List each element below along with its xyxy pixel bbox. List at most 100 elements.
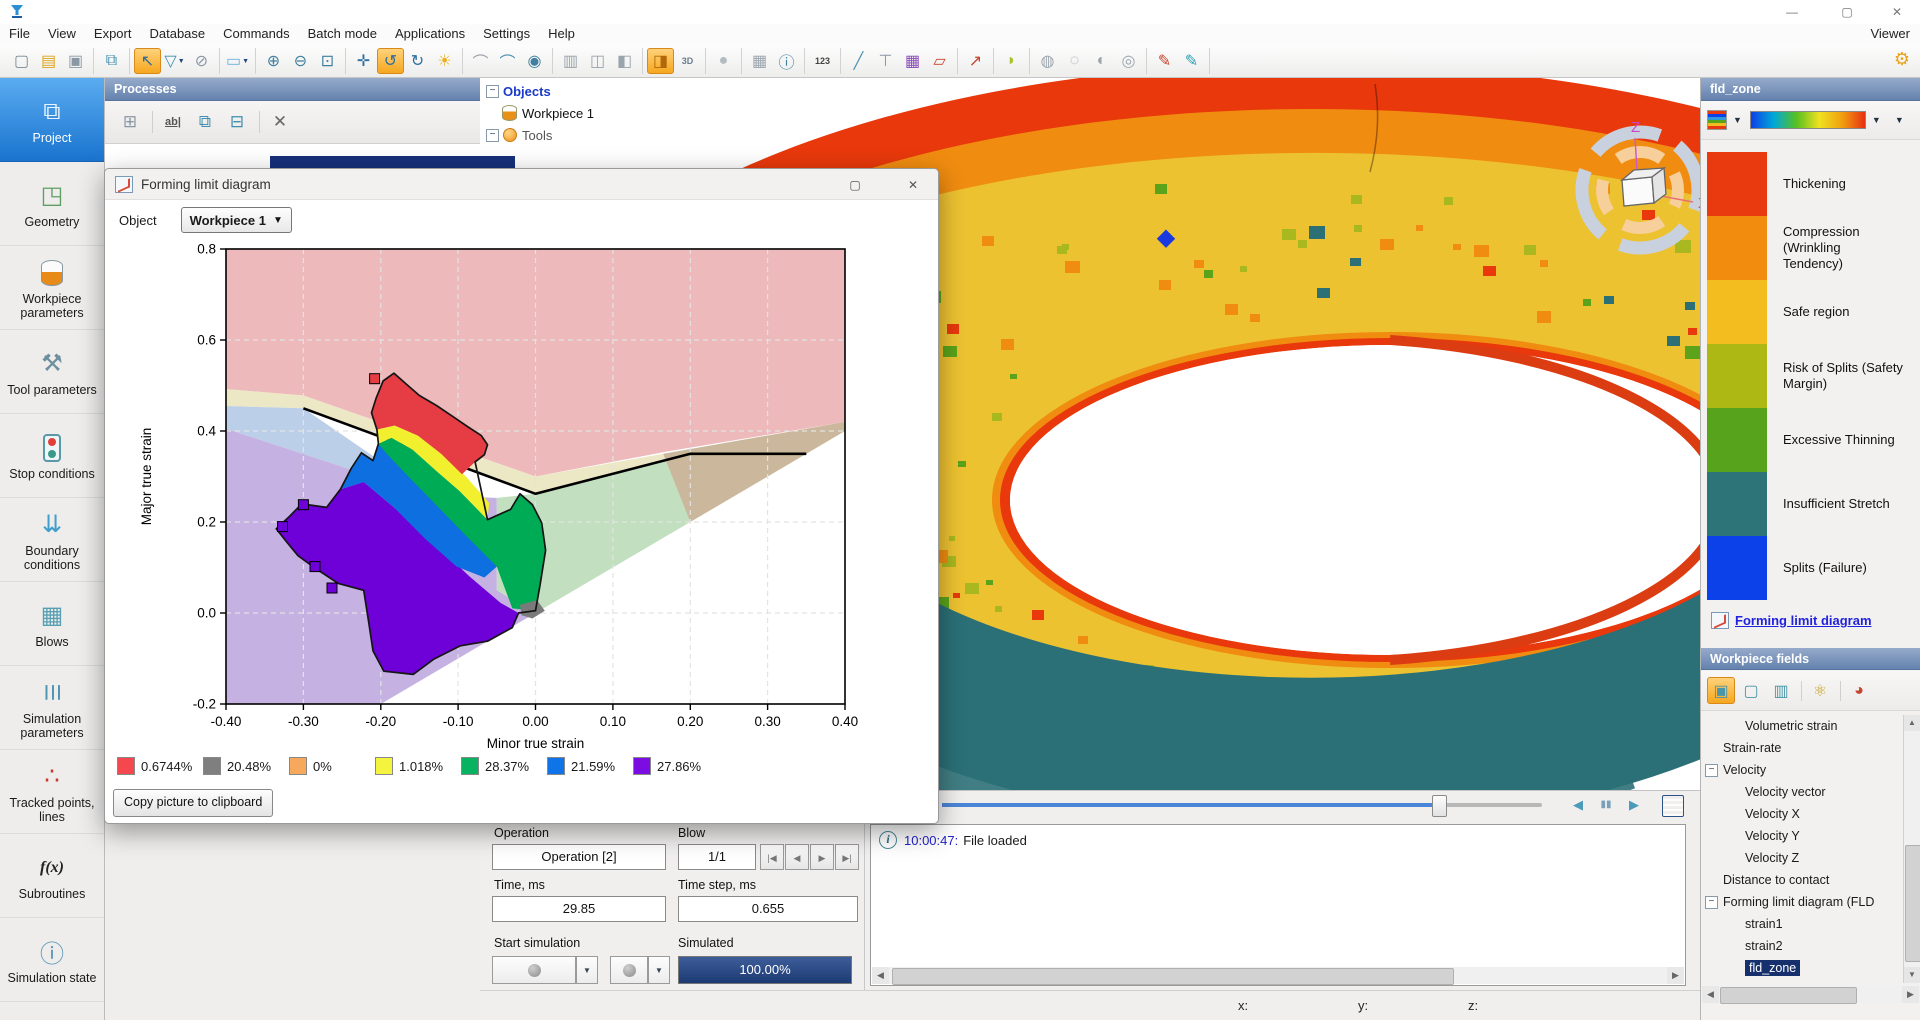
save-file-icon[interactable]: ▣ bbox=[62, 48, 89, 74]
scrollbar-thumb[interactable] bbox=[1720, 987, 1857, 1004]
log-messages[interactable]: i 10:00:47: File loaded ◀ ▶ bbox=[870, 824, 1686, 986]
gradient-palette-bar[interactable] bbox=[1750, 111, 1866, 129]
copy-picture-button[interactable]: Copy picture to clipboard bbox=[113, 789, 273, 817]
tree-item-strain1[interactable]: strain1 bbox=[1701, 913, 1903, 935]
objects-tree-item[interactable]: Workpiece 1 bbox=[486, 102, 594, 124]
hide-trajectory-icon[interactable]: ⌒ bbox=[467, 48, 494, 74]
edit-field-icon[interactable]: ✎ bbox=[1151, 48, 1178, 74]
dialog-maximize-button[interactable]: ▢ bbox=[842, 175, 868, 195]
scroll-left-icon[interactable]: ◀ bbox=[1702, 986, 1719, 1003]
display-mode-icon[interactable]: ▭▼ bbox=[224, 48, 251, 74]
menu-file[interactable]: File bbox=[0, 24, 39, 43]
workpiece-disc-ring-icon[interactable]: ◎ bbox=[1115, 48, 1142, 74]
import-process-icon[interactable]: ⊟ bbox=[222, 109, 252, 135]
light-position-icon[interactable]: ☀ bbox=[431, 48, 458, 74]
surface-view-icon[interactable]: ◫ bbox=[584, 48, 611, 74]
sidebar-item-simulation-state[interactable]: ⓘSimulation state bbox=[0, 918, 104, 1002]
dialog-title-bar[interactable]: Forming limit diagram ▢ ✕ bbox=[105, 169, 938, 200]
add-process-icon[interactable]: ⊞ bbox=[115, 109, 145, 135]
navigation-compass[interactable]: ZX bbox=[1565, 98, 1700, 261]
sidebar-item-subroutines[interactable]: f(x)Subroutines bbox=[0, 834, 104, 918]
next-blow-button[interactable]: ▶ bbox=[810, 844, 834, 870]
redo-rotate-icon[interactable]: ↻ bbox=[404, 48, 431, 74]
field-values-icon[interactable]: 123 bbox=[809, 48, 836, 74]
collapse-icon[interactable]: − bbox=[486, 85, 499, 98]
workpiece-disc-full-icon[interactable]: ◍ bbox=[1034, 48, 1061, 74]
half-section-view-icon[interactable]: ◨ bbox=[647, 48, 674, 74]
rotation-axis-icon[interactable]: ⊘ bbox=[188, 48, 215, 74]
discrete-palette-icon[interactable] bbox=[1707, 110, 1727, 130]
record-animation-icon[interactable] bbox=[1662, 795, 1684, 817]
time-step-field[interactable]: 0.655 bbox=[678, 896, 858, 922]
scroll-up-icon[interactable]: ▲ bbox=[1904, 715, 1920, 731]
scrollbar-thumb[interactable] bbox=[1905, 845, 1920, 962]
wireframe-box-icon[interactable]: ▦ bbox=[746, 48, 773, 74]
minimize-button[interactable]: — bbox=[1774, 2, 1810, 22]
tree-item-velocity-vector[interactable]: Velocity vector bbox=[1701, 781, 1903, 803]
collapse-icon[interactable]: − bbox=[486, 129, 499, 142]
rename-process-icon[interactable]: ab| bbox=[158, 109, 188, 135]
menu-batch-mode[interactable]: Batch mode bbox=[299, 24, 386, 43]
grid-tool-icon[interactable]: ▦ bbox=[899, 48, 926, 74]
previous-blow-button[interactable]: ◀ bbox=[785, 844, 809, 870]
zoom-to-object-icon[interactable]: ⊡ bbox=[314, 48, 341, 74]
workpiece-disc-open-icon[interactable]: ◐ bbox=[1088, 48, 1115, 74]
scroll-right-icon[interactable]: ▶ bbox=[1667, 967, 1684, 984]
step-forward-button[interactable]: ▶ bbox=[1622, 794, 1646, 816]
objects-root-row[interactable]: −Objects bbox=[486, 80, 594, 102]
tree-vertical-scrollbar[interactable]: ▲ ▼ bbox=[1903, 715, 1920, 983]
tree-item-velocity-z[interactable]: Velocity Z bbox=[1701, 847, 1903, 869]
view-3d-icon[interactable]: 3D bbox=[674, 48, 701, 74]
gradient-dropdown-icon[interactable]: ▼ bbox=[1872, 115, 1881, 125]
first-blow-button[interactable]: |◀ bbox=[760, 844, 784, 870]
log-horizontal-scrollbar[interactable]: ◀ ▶ bbox=[872, 967, 1684, 984]
symmetry-view-icon[interactable]: ◧ bbox=[611, 48, 638, 74]
tree-item-fld-zone[interactable]: fld_zone bbox=[1701, 957, 1903, 979]
section-full-icon[interactable]: ▣ bbox=[1707, 677, 1735, 704]
copy-process-icon[interactable]: ⧉ bbox=[190, 109, 220, 135]
tree-item-velocity[interactable]: −Velocity bbox=[1701, 759, 1903, 781]
start-simulation-dropdown[interactable]: ▼ bbox=[576, 956, 598, 984]
sidebar-item-workpiece-parameters[interactable]: Workpiece parameters bbox=[0, 246, 104, 330]
shaded-sphere-icon[interactable]: ● bbox=[710, 48, 737, 74]
object-info-icon[interactable]: ⓘ bbox=[773, 48, 800, 74]
edit-object-icon[interactable]: ✎ bbox=[1178, 48, 1205, 74]
new-file-icon[interactable]: ▢ bbox=[8, 48, 35, 74]
scroll-left-icon[interactable]: ◀ bbox=[872, 967, 889, 984]
tree-item-velocity-y[interactable]: Velocity Y bbox=[1701, 825, 1903, 847]
blow-field[interactable]: 1/1 bbox=[678, 844, 756, 870]
positioning-tool-icon[interactable]: ▽▼ bbox=[161, 48, 188, 74]
menu-export[interactable]: Export bbox=[85, 24, 141, 43]
time-field[interactable]: 29.85 bbox=[492, 896, 666, 922]
undo-icon[interactable]: ↺ bbox=[377, 48, 404, 74]
surface-probe-icon[interactable]: ◗ bbox=[998, 48, 1025, 74]
menu-applications[interactable]: Applications bbox=[386, 24, 474, 43]
collapse-icon[interactable]: − bbox=[1705, 896, 1718, 909]
workpiece-disc-top-icon[interactable]: ◌ bbox=[1061, 48, 1088, 74]
objects-tree-item[interactable]: −Tools bbox=[486, 124, 594, 146]
start-simulation-button[interactable] bbox=[492, 956, 576, 984]
trace-points-icon[interactable]: ⚛ bbox=[1806, 677, 1834, 704]
sidebar-item-boundary-conditions[interactable]: ⇊Boundary conditions bbox=[0, 498, 104, 582]
menu-view[interactable]: View bbox=[39, 24, 85, 43]
section-inner-icon[interactable]: ▥ bbox=[1767, 677, 1795, 704]
section-middle-icon[interactable]: ▢ bbox=[1737, 677, 1765, 704]
settings-gear-icon[interactable]: ⚙ bbox=[1894, 49, 1910, 70]
field-chart-icon[interactable]: ◕ bbox=[1845, 677, 1873, 704]
mesh-view-icon[interactable]: ▥ bbox=[557, 48, 584, 74]
visibility-eye-icon[interactable]: ◉ bbox=[521, 48, 548, 74]
zoom-out-icon[interactable]: ⊖ bbox=[287, 48, 314, 74]
show-trajectory-icon[interactable]: ⌒ bbox=[494, 48, 521, 74]
scrollbar-thumb[interactable] bbox=[892, 968, 1454, 985]
tree-item-distance-to-contact[interactable]: Distance to contact bbox=[1701, 869, 1903, 891]
tree-item-volumetric-strain[interactable]: Volumetric strain bbox=[1701, 715, 1903, 737]
secondary-state-dropdown[interactable]: ▼ bbox=[648, 956, 670, 984]
sidebar-item-project[interactable]: ⧉Project bbox=[0, 78, 104, 162]
chart-tool-icon[interactable]: ↗ bbox=[962, 48, 989, 74]
tree-item-strain2[interactable]: strain2 bbox=[1701, 935, 1903, 957]
project-structure-icon[interactable]: ⧉ bbox=[98, 48, 125, 74]
tree-item-velocity-x[interactable]: Velocity X bbox=[1701, 803, 1903, 825]
dialog-close-button[interactable]: ✕ bbox=[900, 175, 926, 195]
sidebar-item-blows[interactable]: ▦Blows bbox=[0, 582, 104, 666]
secondary-state-button[interactable] bbox=[610, 956, 648, 984]
